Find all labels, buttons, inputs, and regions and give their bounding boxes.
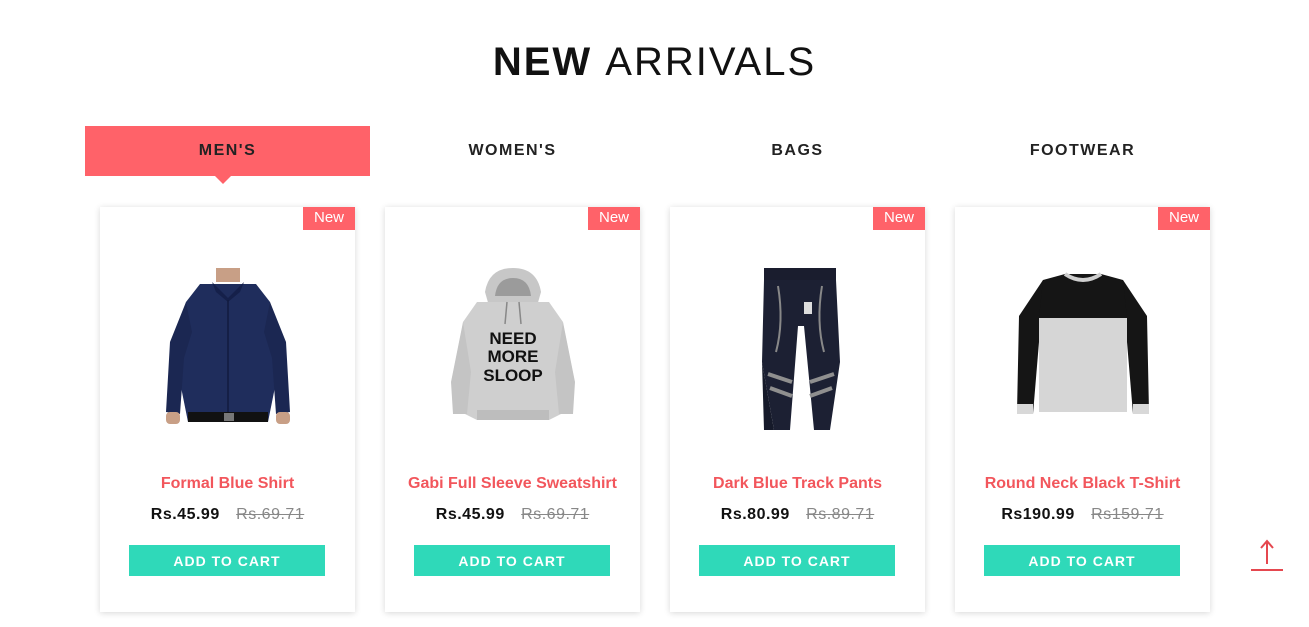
product-name[interactable]: Gabi Full Sleeve Sweatshirt — [385, 475, 640, 493]
title-bold: NEW — [492, 40, 593, 84]
product-grid: New Formal Blue Shirt Rs.45.99 Rs.69.71 … — [100, 207, 1210, 612]
current-price: Rs190.99 — [1001, 506, 1075, 523]
product-card[interactable]: New Round Neck Black T-Shirt Rs190.99 Rs… — [955, 207, 1210, 612]
print-line-3: SLOOP — [483, 366, 543, 385]
title-light: ARRIVALS — [605, 40, 817, 84]
page-title: NEW ARRIVALS — [0, 40, 1309, 85]
product-name[interactable]: Round Neck Black T-Shirt — [955, 475, 1210, 493]
current-price: Rs.45.99 — [435, 506, 505, 523]
tab-womens[interactable]: WOMEN'S — [370, 126, 655, 176]
category-tabs: MEN'S WOMEN'S BAGS FOOTWEAR — [85, 126, 1225, 184]
product-card[interactable]: New Formal Blue Shirt Rs.45.99 Rs.69.71 … — [100, 207, 355, 612]
product-name[interactable]: Dark Blue Track Pants — [670, 475, 925, 493]
current-price: Rs.45.99 — [150, 506, 220, 523]
new-badge: New — [1158, 207, 1210, 230]
scroll-to-top-button[interactable] — [1251, 538, 1283, 572]
add-to-cart-button[interactable]: ADD TO CART — [699, 545, 895, 576]
new-badge: New — [588, 207, 640, 230]
product-card[interactable]: New Dark Blue Track Pants Rs.80.99 Rs.89… — [670, 207, 925, 612]
add-to-cart-button[interactable]: ADD TO CART — [984, 545, 1180, 576]
add-to-cart-button[interactable]: ADD TO CART — [414, 545, 610, 576]
tshirt-image[interactable] — [955, 262, 1210, 442]
current-price: Rs.80.99 — [720, 506, 790, 523]
price-row: Rs190.99 Rs159.71 — [955, 506, 1210, 524]
old-price: Rs159.71 — [1091, 506, 1164, 523]
tab-footwear[interactable]: FOOTWEAR — [940, 126, 1225, 176]
price-row: Rs.45.99 Rs.69.71 — [385, 506, 640, 524]
tab-mens[interactable]: MEN'S — [85, 126, 370, 184]
track-pants-image[interactable] — [670, 262, 925, 442]
new-badge: New — [303, 207, 355, 230]
add-to-cart-button[interactable]: ADD TO CART — [129, 545, 325, 576]
print-line-2: MORE — [487, 347, 538, 366]
price-row: Rs.80.99 Rs.89.71 — [670, 506, 925, 524]
new-badge: New — [873, 207, 925, 230]
old-price: Rs.89.71 — [806, 506, 875, 523]
print-line-1: NEED — [489, 329, 536, 348]
old-price: Rs.69.71 — [521, 506, 590, 523]
arrow-up-icon — [1251, 539, 1283, 571]
product-name[interactable]: Formal Blue Shirt — [100, 475, 355, 493]
sweatshirt-image[interactable]: NEED MORE SLOOP — [385, 262, 640, 442]
tab-bags[interactable]: BAGS — [655, 126, 940, 176]
price-row: Rs.45.99 Rs.69.71 — [100, 506, 355, 524]
old-price: Rs.69.71 — [236, 506, 305, 523]
shirt-image[interactable] — [100, 262, 355, 442]
product-card[interactable]: New NEED MORE SLOOP Gabi Full Sleeve Swe… — [385, 207, 640, 612]
